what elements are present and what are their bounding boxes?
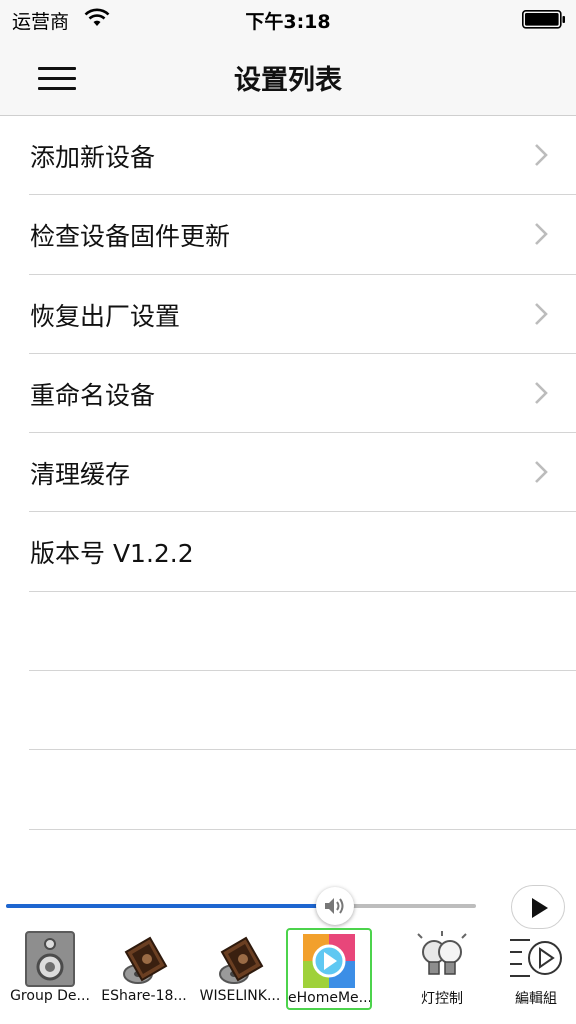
volume-fill [6, 904, 335, 908]
empty-row [0, 671, 576, 751]
device-dock: Group De... EShare-18... WISELINK... eHo… [0, 928, 576, 1024]
dock-item-light-control[interactable]: 灯控制 [394, 928, 490, 1010]
volume-slider-thumb[interactable] [316, 887, 354, 925]
dock-item-label: eHomeMe... [288, 990, 370, 1006]
battery-icon [522, 10, 565, 29]
navigation-bar: 设置列表 [0, 40, 576, 116]
dock-item-label: EShare-18... [101, 988, 187, 1004]
page-title: 设置列表 [234, 65, 342, 96]
dock-item-label: 編輯組 [515, 991, 557, 1007]
chevron-right-icon [535, 461, 548, 484]
edit-group-icon [510, 939, 562, 977]
dock-item-label: 灯控制 [421, 991, 463, 1007]
chevron-right-icon [535, 144, 548, 166]
dock-item-wiselink[interactable]: WISELINK... [192, 928, 288, 1010]
settings-item-label: 检查设备固件更新 [30, 222, 231, 252]
settings-item-label: 恢复出厂设置 [30, 301, 181, 331]
status-time: 下午3:18 [245, 11, 331, 33]
play-icon [532, 898, 548, 918]
settings-list: 添加新设备 检查设备固件更新 恢复出厂设置 重命名设备 清理缓存 版本号 V1.… [0, 116, 576, 830]
settings-item-label: 清理缓存 [30, 460, 131, 490]
ehome-media-icon [303, 934, 355, 988]
chevron-right-icon [535, 381, 548, 404]
version-label: 版本号 V1.2.2 [30, 539, 194, 569]
speaker-volume-icon [325, 898, 344, 914]
film-reel-icon [123, 936, 168, 984]
empty-row [0, 592, 576, 672]
dock-item-edit-group[interactable]: 編輯組 [488, 928, 576, 1010]
film-reel-icon [219, 936, 264, 984]
empty-row [0, 750, 576, 830]
settings-item-rename-device[interactable]: 重命名设备 [0, 354, 576, 434]
chevron-right-icon [535, 302, 548, 325]
settings-item-clear-cache[interactable]: 清理缓存 [0, 433, 576, 513]
dock-item-label: WISELINK... [199, 988, 281, 1004]
speaker-icon [25, 931, 75, 987]
status-bar: 运营商 下午3:18 [0, 0, 576, 40]
chevron-right-icon [535, 223, 548, 246]
play-button[interactable] [511, 885, 565, 929]
settings-item-label: 重命名设备 [30, 380, 156, 410]
settings-item-factory-reset[interactable]: 恢复出厂设置 [0, 275, 576, 355]
settings-item-version: 版本号 V1.2.2 [0, 512, 576, 593]
settings-item-add-device[interactable]: 添加新设备 [0, 116, 576, 196]
settings-item-check-firmware[interactable]: 检查设备固件更新 [0, 195, 576, 275]
volume-slider[interactable] [6, 904, 476, 908]
dock-item-label: Group De... [10, 988, 90, 1004]
dock-item-group-device[interactable]: Group De... [2, 928, 98, 1010]
dock-item-eshare[interactable]: EShare-18... [96, 928, 192, 1010]
settings-item-label: 添加新设备 [30, 143, 156, 172]
dock-item-ehome-media[interactable]: eHomeMe... [286, 928, 372, 1010]
light-bulbs-icon [417, 931, 467, 975]
